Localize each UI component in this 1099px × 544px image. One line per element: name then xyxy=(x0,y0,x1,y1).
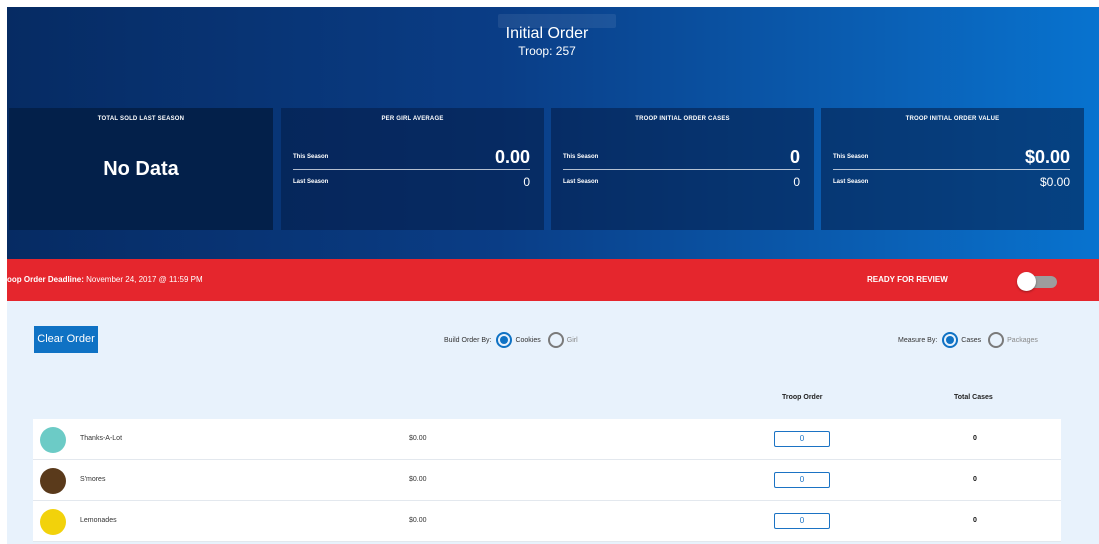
card-troop-initial-order-value: TROOP INITIAL ORDER VALUE This Season $0… xyxy=(821,108,1084,230)
toggle-knob xyxy=(1017,272,1036,291)
cookie-name: Lemonades xyxy=(80,517,117,524)
cookie-list: Thanks-A-Lot $0.00 0 0 S'mores $0.00 0 0… xyxy=(33,419,1061,542)
measure-by: Measure By: Cases Packages xyxy=(898,332,1045,348)
cookie-price: $0.00 xyxy=(409,476,427,483)
divider xyxy=(293,169,530,170)
build-order-by: Build Order By: Cookies Girl xyxy=(444,332,585,348)
last-season-label: Last Season xyxy=(563,179,599,185)
no-data-text: No Data xyxy=(103,158,179,180)
card-title: TOTAL SOLD LAST SEASON xyxy=(97,116,185,122)
cookie-name: Thanks-A-Lot xyxy=(80,435,123,442)
ready-for-review-label: READY FOR REVIEW xyxy=(867,275,948,284)
measure-by-label: Measure By: xyxy=(898,336,938,344)
card-title: TROOP INITIAL ORDER VALUE xyxy=(905,116,1000,122)
total-cases-value: 0 xyxy=(973,476,977,483)
this-season-label: This Season xyxy=(563,154,599,160)
radio-packages-label[interactable]: Packages xyxy=(1007,337,1038,344)
radio-cases[interactable] xyxy=(942,332,959,348)
cookie-row: Lemonades $0.00 0 0 xyxy=(33,501,1061,542)
build-order-by-label: Build Order By: xyxy=(444,336,492,344)
order-deadline: oop Order Deadline: November 24, 2017 @ … xyxy=(7,275,203,284)
radio-cookies[interactable] xyxy=(496,332,513,348)
last-season-label: Last Season xyxy=(293,179,329,185)
radio-girl[interactable] xyxy=(547,332,564,348)
cookie-color-icon xyxy=(40,509,66,535)
troop-order-input[interactable]: 0 xyxy=(774,513,830,529)
cookie-name: S'mores xyxy=(80,476,106,483)
this-season-label: This Season xyxy=(293,154,329,160)
card-total-sold-last-season: TOTAL SOLD LAST SEASON No Data xyxy=(9,108,273,230)
cookie-row: Thanks-A-Lot $0.00 0 0 xyxy=(33,419,1061,460)
column-header-troop-order: Troop Order xyxy=(782,394,823,401)
this-season-value: $0.00 xyxy=(1024,147,1070,167)
last-season-value: 0 xyxy=(523,175,530,189)
last-season-label: Last Season xyxy=(833,179,869,185)
column-header-total-cases: Total Cases xyxy=(954,394,993,401)
last-season-value: 0 xyxy=(793,175,800,189)
cookie-color-icon xyxy=(40,468,66,494)
order-content: Clear Order Build Order By: Cookies Girl… xyxy=(7,301,1099,544)
this-season-label: This Season xyxy=(833,154,869,160)
troop-order-input[interactable]: 0 xyxy=(774,431,830,447)
total-cases-value: 0 xyxy=(973,435,977,442)
deadline-label: oop Order Deadline: xyxy=(7,275,84,284)
divider xyxy=(563,169,800,170)
troop-number: Troop: 257 xyxy=(518,44,576,58)
radio-girl-label[interactable]: Girl xyxy=(567,337,578,344)
total-cases-value: 0 xyxy=(973,517,977,524)
deadline-bar: oop Order Deadline: November 24, 2017 @ … xyxy=(7,259,1099,301)
initial-order-page: Initial Order Troop: 257 TOTAL SOLD LAST… xyxy=(0,0,1099,544)
radio-cookies-label[interactable]: Cookies xyxy=(515,337,540,344)
radio-cases-label[interactable]: Cases xyxy=(961,337,981,344)
this-season-value: 0 xyxy=(789,147,800,167)
cookie-color-icon xyxy=(40,427,66,453)
card-title: TROOP INITIAL ORDER CASES xyxy=(635,116,730,122)
last-season-value: $0.00 xyxy=(1039,175,1070,189)
deadline-value: November 24, 2017 @ 11:59 PM xyxy=(83,275,203,284)
troop-order-input[interactable]: 0 xyxy=(774,472,830,488)
card-per-girl-average: PER GIRL AVERAGE This Season 0.00 Last S… xyxy=(281,108,544,230)
card-title: PER GIRL AVERAGE xyxy=(381,116,444,122)
card-troop-initial-order-cases: TROOP INITIAL ORDER CASES This Season 0 … xyxy=(551,108,814,230)
cookie-price: $0.00 xyxy=(409,517,427,524)
ready-for-review-toggle[interactable] xyxy=(1017,272,1059,291)
page-title: Initial Order xyxy=(505,25,589,42)
cookie-row: S'mores $0.00 0 0 xyxy=(33,460,1061,501)
this-season-value: 0.00 xyxy=(494,147,530,167)
radio-packages[interactable] xyxy=(988,332,1005,348)
divider xyxy=(833,169,1070,170)
cookie-price: $0.00 xyxy=(409,435,427,442)
clear-order-button[interactable]: Clear Order xyxy=(34,326,98,353)
summary-header: Initial Order Troop: 257 TOTAL SOLD LAST… xyxy=(7,7,1099,259)
